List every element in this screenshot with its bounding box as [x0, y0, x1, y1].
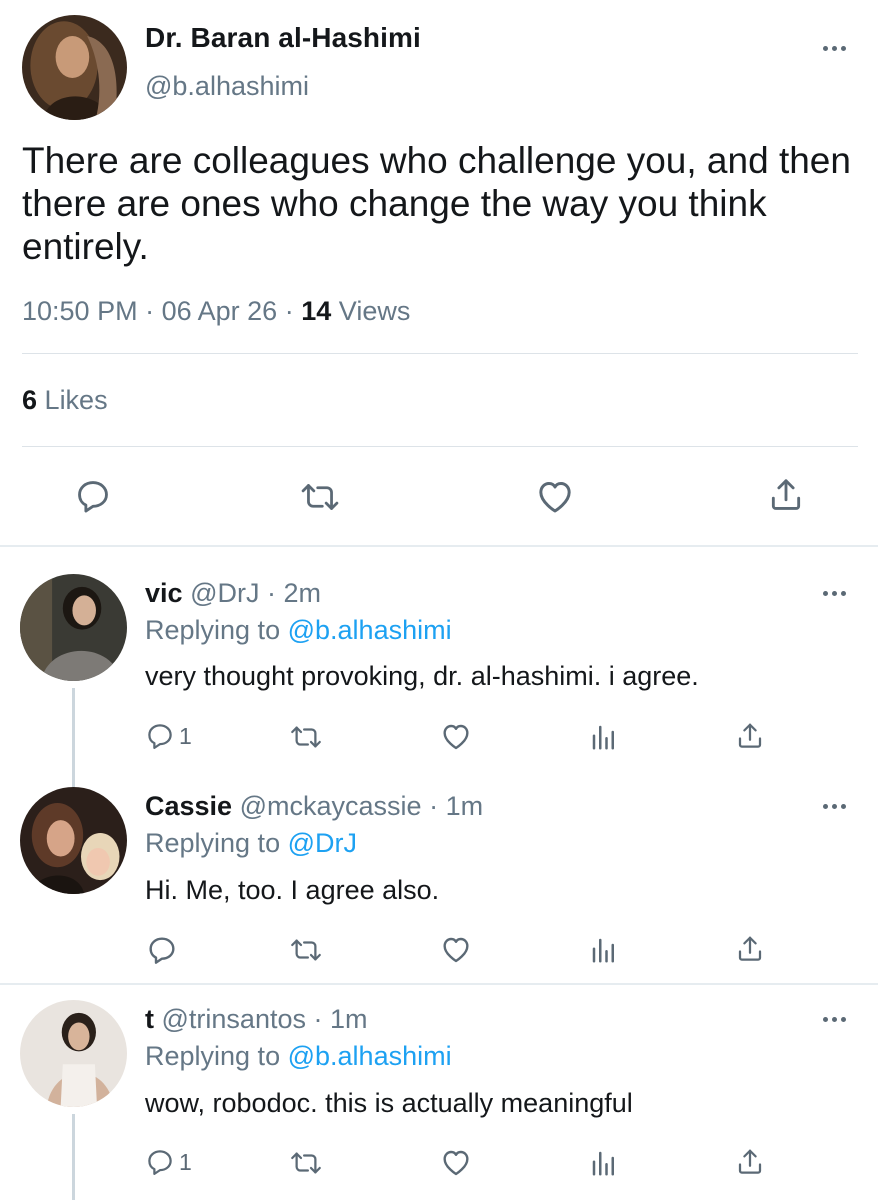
reply-button[interactable] — [145, 934, 179, 966]
more-icon[interactable] — [818, 38, 850, 58]
likes-summary[interactable]: 6 Likes — [22, 385, 108, 416]
replying-to-label: Replying to — [145, 828, 281, 858]
share-button[interactable] — [735, 720, 765, 752]
reply-author-handle[interactable]: @DrJ — [190, 578, 259, 608]
reply-time: 1m — [445, 791, 484, 821]
more-icon[interactable] — [818, 1009, 850, 1029]
share-icon — [738, 1149, 762, 1174]
thread-line — [72, 1114, 75, 1200]
reply-button[interactable]: 1 — [145, 721, 192, 751]
views-label: Views — [338, 296, 411, 326]
reply-header: Cassie @mckaycassie · 1m — [145, 791, 483, 822]
reply-author-name[interactable]: Cassie — [145, 791, 232, 821]
analytics-icon — [592, 938, 614, 963]
views-count: 14 — [301, 296, 332, 326]
meta-separator: · — [313, 1004, 323, 1034]
likes-label: Likes — [44, 385, 108, 415]
reply-icon — [78, 481, 108, 513]
reply-button[interactable] — [74, 477, 112, 515]
analytics-button[interactable] — [590, 935, 618, 965]
tweet-meta: 10:50 PM · 06 Apr 26 · 14 Views — [22, 296, 410, 327]
reply-icon — [149, 937, 175, 964]
reply-count: 1 — [179, 722, 192, 749]
tweet-date: 06 Apr 26 — [161, 296, 278, 326]
thread-line — [72, 688, 75, 788]
analytics-icon — [592, 1151, 614, 1176]
reply-author-handle[interactable]: @mckaycassie — [240, 791, 422, 821]
retweet-button[interactable] — [289, 722, 323, 752]
reply-author-handle[interactable]: @trinsantos — [162, 1004, 306, 1034]
tweet-text: There are colleagues who challenge you, … — [22, 140, 851, 267]
retweet-icon — [291, 726, 321, 748]
reply-text: Hi. Me, too. I agree also. — [145, 875, 440, 905]
reply-text: very thought provoking, dr. al-hashimi. … — [145, 661, 699, 691]
reply-button[interactable]: 1 — [145, 1147, 192, 1177]
like-button[interactable] — [535, 477, 575, 515]
analytics-button[interactable] — [590, 1148, 618, 1178]
share-icon — [738, 723, 762, 748]
analytics-button[interactable] — [590, 722, 618, 752]
reply-avatar[interactable] — [20, 787, 127, 894]
like-icon — [443, 724, 469, 750]
like-icon — [443, 937, 469, 963]
like-button[interactable] — [440, 934, 472, 964]
meta-separator: · — [266, 578, 276, 608]
retweet-icon — [291, 939, 321, 961]
share-button[interactable] — [767, 475, 805, 515]
share-button[interactable] — [735, 933, 765, 965]
reply-icon — [148, 724, 172, 749]
meta-separator: · — [284, 296, 294, 326]
meta-separator: · — [429, 791, 439, 821]
like-icon — [443, 1150, 469, 1176]
share-button[interactable] — [735, 1146, 765, 1178]
reply-count: 1 — [179, 1148, 192, 1175]
author-handle[interactable]: @b.alhashimi — [145, 71, 309, 102]
like-icon — [539, 482, 571, 513]
retweet-icon — [301, 484, 339, 510]
more-icon[interactable] — [818, 583, 850, 603]
likes-count: 6 — [22, 385, 38, 415]
retweet-icon — [291, 1152, 321, 1174]
share-icon — [738, 936, 762, 961]
author-name[interactable]: Dr. Baran al-Hashimi — [145, 22, 421, 54]
retweet-button[interactable] — [300, 478, 340, 516]
replying-to-link[interactable]: @b.alhashimi — [288, 1041, 452, 1071]
meta-separator: · — [145, 296, 155, 326]
reply-time: 2m — [283, 578, 322, 608]
share-icon — [771, 479, 801, 510]
replying-to-link[interactable]: @DrJ — [288, 828, 357, 858]
retweet-button[interactable] — [289, 1148, 323, 1178]
replying-to-link[interactable]: @b.alhashimi — [288, 615, 452, 645]
reply-icon — [148, 1150, 172, 1175]
like-button[interactable] — [440, 721, 472, 751]
divider — [22, 446, 858, 447]
reply-author-name[interactable]: t — [145, 1004, 154, 1034]
analytics-icon — [592, 725, 614, 750]
section-separator — [0, 983, 878, 985]
divider — [22, 353, 858, 354]
replying-to-label: Replying to — [145, 615, 281, 645]
reply-header: t @trinsantos · 1m — [145, 1004, 368, 1035]
tweet-time: 10:50 PM — [22, 296, 138, 326]
replying-to-label: Replying to — [145, 1041, 281, 1071]
reply-header: vic @DrJ · 2m — [145, 578, 321, 609]
retweet-button[interactable] — [289, 935, 323, 965]
replying-to: Replying to @b.alhashimi — [145, 615, 452, 646]
reply-author-name[interactable]: vic — [145, 578, 183, 608]
reply-avatar[interactable] — [20, 574, 127, 681]
replying-to: Replying to @DrJ — [145, 828, 357, 859]
section-separator — [0, 545, 878, 547]
reply-avatar[interactable] — [20, 1000, 127, 1107]
replying-to: Replying to @b.alhashimi — [145, 1041, 452, 1072]
reply-text: wow, robodoc. this is actually meaningfu… — [145, 1088, 633, 1118]
author-avatar[interactable] — [22, 15, 127, 120]
more-icon[interactable] — [818, 796, 850, 816]
reply-time: 1m — [330, 1004, 368, 1034]
like-button[interactable] — [440, 1147, 472, 1177]
